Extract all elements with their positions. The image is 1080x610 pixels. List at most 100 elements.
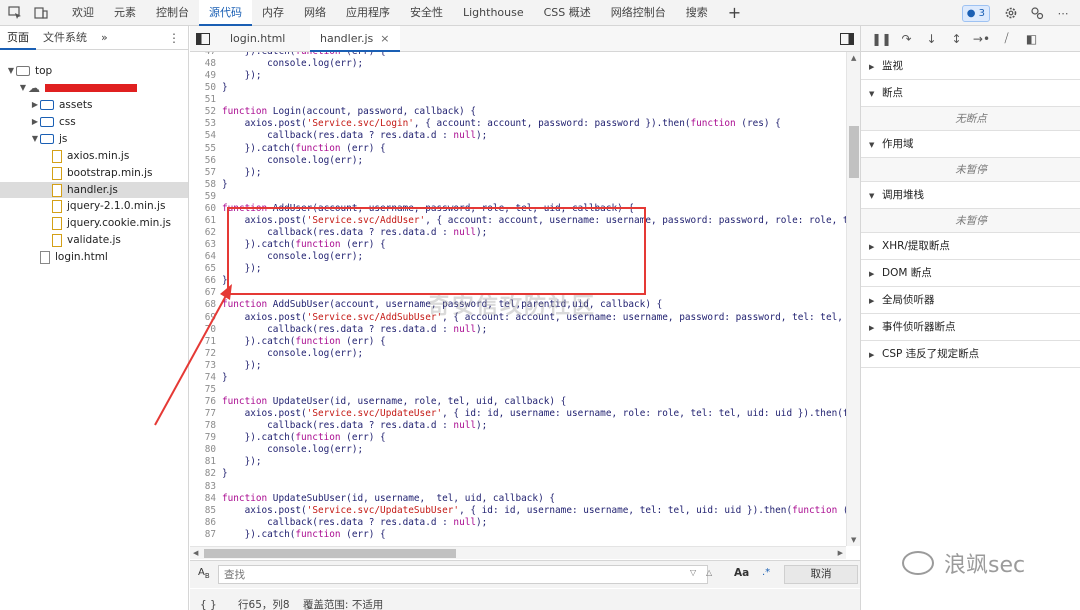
expand-arrow-icon[interactable]: ▼ xyxy=(18,80,28,96)
code-line[interactable]: 85 axios.post('Service.svc/UpdateSubUser… xyxy=(190,505,846,517)
gear-icon[interactable] xyxy=(1000,2,1022,24)
debugger-section-header[interactable]: ▶ 事件侦听器断点 xyxy=(861,314,1080,341)
code-line[interactable]: 76 function UpdateUser(id, username, role… xyxy=(190,396,846,408)
code-line[interactable]: 82} xyxy=(190,468,846,480)
debugger-section-header[interactable]: ▶ 全局侦听器 xyxy=(861,287,1080,314)
code-line[interactable]: 50} xyxy=(190,82,846,94)
regex-button[interactable]: .* xyxy=(762,567,770,578)
tree-item[interactable]: jquery.cookie.min.js xyxy=(42,215,171,231)
horizontal-scrollbar[interactable]: ◀ ▶ xyxy=(190,546,846,559)
debugger-section-header[interactable]: ▶ 监视 xyxy=(861,53,1080,80)
search-down-icon[interactable]: ▽ xyxy=(690,568,696,577)
line-number[interactable]: 54 xyxy=(190,130,222,142)
step-over-icon[interactable]: ↷ xyxy=(894,32,919,46)
tree-item[interactable]: ▶ css xyxy=(30,114,76,130)
code-line[interactable]: 87 }).catch(function (err) { xyxy=(190,529,846,541)
code-line[interactable]: 84 function UpdateSubUser(id, username, t… xyxy=(190,493,846,505)
code-line[interactable]: 52 function Login(account, password, call… xyxy=(190,106,846,118)
debugger-section-header[interactable]: ▶ DOM 断点 xyxy=(861,260,1080,287)
code-line[interactable]: 56 console.log(err); xyxy=(190,155,846,167)
pause-on-exceptions-icon[interactable]: ◧ xyxy=(1019,32,1044,46)
line-number[interactable]: 50 xyxy=(190,82,222,94)
add-tab-button[interactable]: + xyxy=(718,3,751,22)
inspect-element-icon[interactable] xyxy=(4,2,26,24)
line-number[interactable]: 84 xyxy=(190,493,222,505)
match-case-button[interactable]: Aa xyxy=(734,567,749,579)
devtools-tab[interactable]: Lighthouse xyxy=(453,0,534,26)
pause-icon[interactable]: ❚❚ xyxy=(869,32,894,46)
code-line[interactable]: 81 }); xyxy=(190,456,846,468)
navigator-menu-icon[interactable]: ⋮ xyxy=(168,26,180,50)
pretty-print-button[interactable]: { } xyxy=(200,599,217,610)
collapse-arrow-icon[interactable]: ▶ xyxy=(30,114,40,130)
line-number[interactable]: 57 xyxy=(190,167,222,179)
debugger-section-header[interactable]: ▼ 调用堆栈 xyxy=(861,182,1080,209)
line-number[interactable]: 48 xyxy=(190,58,222,70)
line-number[interactable]: 80 xyxy=(190,444,222,456)
line-number[interactable]: 82 xyxy=(190,468,222,480)
horizontal-scroll-thumb[interactable] xyxy=(204,549,456,558)
code-line[interactable]: 79 }).catch(function (err) { xyxy=(190,432,846,444)
line-number[interactable]: 52 xyxy=(190,106,222,118)
devtools-tab[interactable]: 源代码 xyxy=(199,0,252,26)
device-emulation-icon[interactable] xyxy=(30,2,52,24)
tree-item[interactable]: axios.min.js xyxy=(42,148,129,164)
code-line[interactable]: 48 console.log(err); xyxy=(190,58,846,70)
close-icon[interactable]: × xyxy=(380,32,389,45)
tree-item[interactable]: jquery-2.1.0.min.js xyxy=(42,198,165,214)
code-line[interactable]: 54 callback(res.data ? res.data.d : null… xyxy=(190,130,846,142)
scroll-down-icon[interactable]: ▼ xyxy=(851,536,856,544)
code-line[interactable]: 72 console.log(err); xyxy=(190,348,846,360)
code-line[interactable]: 86 callback(res.data ? res.data.d : null… xyxy=(190,517,846,529)
editor-tab-login-html[interactable]: login.html xyxy=(220,26,295,52)
line-number[interactable]: 49 xyxy=(190,70,222,82)
toggle-debugger-icon[interactable] xyxy=(836,26,860,52)
tree-item[interactable]: ▼ top xyxy=(6,63,52,79)
devtools-tab[interactable]: 控制台 xyxy=(146,0,199,26)
line-number[interactable]: 60 xyxy=(190,203,222,215)
step-into-icon[interactable]: ↓ xyxy=(919,32,944,46)
issues-badge[interactable]: ● 3 xyxy=(961,4,990,22)
debugger-section-header[interactable]: ▼ 断点 xyxy=(861,80,1080,107)
code-line[interactable]: 70 callback(res.data ? res.data.d : null… xyxy=(190,324,846,336)
code-line[interactable]: 71 }).catch(function (err) { xyxy=(190,336,846,348)
code-line[interactable]: 75 xyxy=(190,384,846,396)
tab-page[interactable]: 页面 xyxy=(0,26,36,50)
devtools-tab[interactable]: 欢迎 xyxy=(62,0,104,26)
replace-toggle-icon[interactable]: AB xyxy=(198,567,210,580)
tree-item[interactable]: ▼ ☁ xyxy=(18,80,137,96)
code-line[interactable]: 59 xyxy=(190,191,846,203)
line-number[interactable]: 53 xyxy=(190,118,222,130)
tree-item[interactable]: ▼ js xyxy=(30,131,67,147)
line-number[interactable]: 65 xyxy=(190,263,222,275)
tree-item[interactable]: validate.js xyxy=(42,232,121,248)
more-tabs-icon[interactable]: » xyxy=(94,26,115,50)
collapse-arrow-icon[interactable]: ▶ xyxy=(30,97,40,113)
debugger-section-header[interactable]: ▶ XHR/提取断点 xyxy=(861,233,1080,260)
line-number[interactable]: 83 xyxy=(190,481,222,493)
devtools-tab[interactable]: 内存 xyxy=(252,0,294,26)
code-line[interactable]: 51 xyxy=(190,94,846,106)
code-line[interactable]: 57 }); xyxy=(190,167,846,179)
search-up-icon[interactable]: △ xyxy=(706,568,712,577)
line-number[interactable]: 64 xyxy=(190,251,222,263)
search-input[interactable] xyxy=(218,565,708,584)
line-number[interactable]: 86 xyxy=(190,517,222,529)
devtools-tab[interactable]: 应用程序 xyxy=(336,0,400,26)
scroll-up-icon[interactable]: ▲ xyxy=(851,54,856,62)
line-number[interactable]: 55 xyxy=(190,143,222,155)
code-line[interactable]: 80 console.log(err); xyxy=(190,444,846,456)
scroll-right-icon[interactable]: ▶ xyxy=(838,549,843,557)
debugger-section-header[interactable]: ▶ CSP 违反了规定断点 xyxy=(861,341,1080,368)
code-line[interactable]: 74} xyxy=(190,372,846,384)
line-number[interactable]: 61 xyxy=(190,215,222,227)
line-number[interactable]: 56 xyxy=(190,155,222,167)
line-number[interactable]: 58 xyxy=(190,179,222,191)
line-number[interactable]: 79 xyxy=(190,432,222,444)
tree-item[interactable]: ▶ assets xyxy=(30,97,93,113)
code-line[interactable]: 49 }); xyxy=(190,70,846,82)
tree-item[interactable]: handler.js xyxy=(0,182,188,198)
code-line[interactable]: 77 axios.post('Service.svc/UpdateUser', … xyxy=(190,408,846,420)
code-line[interactable]: 58} xyxy=(190,179,846,191)
editor-tab-handler-js[interactable]: handler.js × xyxy=(310,26,400,52)
